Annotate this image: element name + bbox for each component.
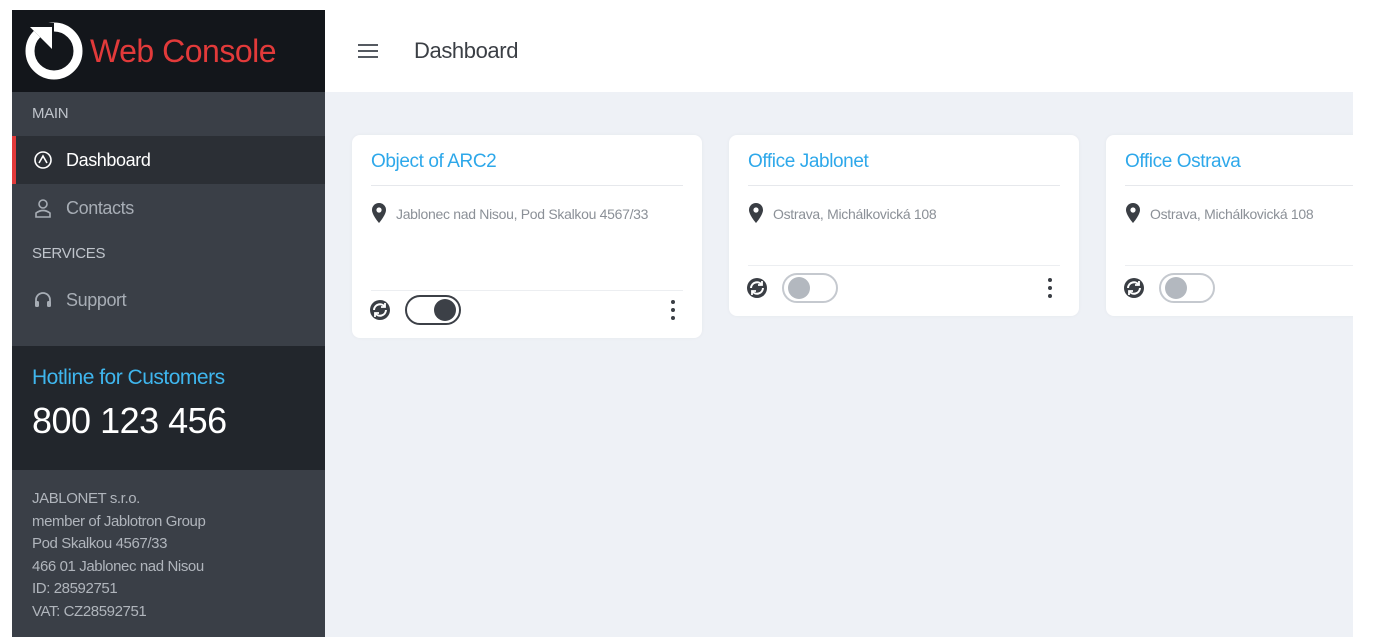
sidebar-item-label: Support bbox=[66, 289, 127, 310]
address-line: 466 01 Jablonec nad Nisou bbox=[32, 557, 204, 575]
power-logo-icon bbox=[25, 22, 83, 80]
headset-icon bbox=[32, 289, 54, 311]
sidebar-item-dashboard[interactable]: Dashboard bbox=[12, 136, 325, 184]
sync-icon[interactable] bbox=[369, 299, 391, 321]
object-card[interactable]: Office Ostrava Ostrava, Michálkovická 10… bbox=[1106, 135, 1353, 316]
sidebar-item-support[interactable]: Support bbox=[12, 276, 325, 324]
person-icon bbox=[32, 197, 54, 219]
map-pin-icon bbox=[749, 203, 763, 223]
sidebar-item-contacts[interactable]: Contacts bbox=[12, 184, 325, 232]
toggle-knob bbox=[788, 277, 810, 299]
card-divider bbox=[748, 265, 1060, 266]
card-address: Ostrava, Michálkovická 108 bbox=[1125, 203, 1353, 225]
hamburger-menu-icon[interactable] bbox=[358, 41, 382, 61]
card-title-link[interactable]: Office Ostrava bbox=[1125, 151, 1241, 173]
card-divider bbox=[1125, 265, 1353, 266]
hotline-title: Hotline for Customers bbox=[32, 366, 225, 389]
card-address: Ostrava, Michálkovická 108 bbox=[748, 203, 1043, 225]
card-title-link[interactable]: Office Jablonet bbox=[748, 151, 869, 173]
card-divider bbox=[371, 185, 683, 186]
top-bar: Dashboard bbox=[325, 10, 1381, 92]
address-line: Pod Skalkou 4567/33 bbox=[32, 535, 168, 552]
hotline-panel: Hotline for Customers 800 123 456 bbox=[12, 346, 325, 470]
object-card[interactable]: Office Jablonet Ostrava, Michálkovická 1… bbox=[729, 135, 1079, 316]
sidebar-item-label: Contacts bbox=[66, 197, 134, 218]
section-label-services: SERVICES bbox=[32, 245, 106, 262]
hotline-number: 800 123 456 bbox=[32, 400, 227, 441]
sync-icon[interactable] bbox=[746, 277, 768, 299]
arm-toggle[interactable] bbox=[782, 273, 838, 303]
dashboard-gauge-icon bbox=[32, 149, 54, 171]
dashboard-content: Object of ARC2 Jablonec nad Nisou, Pod S… bbox=[325, 92, 1353, 637]
card-address: Jablonec nad Nisou, Pod Skalkou 4567/33 bbox=[371, 203, 666, 225]
card-divider bbox=[1125, 185, 1353, 186]
map-pin-icon bbox=[372, 203, 386, 223]
address-line: member of Jablotron Group bbox=[32, 512, 206, 530]
object-card[interactable]: Object of ARC2 Jablonec nad Nisou, Pod S… bbox=[352, 135, 702, 338]
brand-header[interactable]: Web Console bbox=[12, 10, 325, 92]
card-title-link[interactable]: Object of ARC2 bbox=[371, 151, 497, 173]
sidebar-item-label: Dashboard bbox=[66, 149, 151, 170]
card-address-text: Jablonec nad Nisou, Pod Skalkou 4567/33 bbox=[396, 206, 649, 222]
arm-toggle[interactable] bbox=[405, 295, 461, 325]
company-address: JABLONET s.r.o. member of Jablotron Grou… bbox=[32, 488, 206, 623]
more-options-icon[interactable] bbox=[668, 298, 678, 322]
toggle-knob bbox=[1165, 277, 1187, 299]
page-title: Dashboard bbox=[414, 38, 519, 63]
card-footer bbox=[1123, 273, 1352, 303]
toggle-knob bbox=[434, 299, 456, 321]
sidebar: Web Console MAIN Dashboard Contacts SERV… bbox=[12, 10, 325, 637]
address-line: JABLONET s.r.o. bbox=[32, 490, 140, 507]
sync-icon[interactable] bbox=[1123, 277, 1145, 299]
card-footer bbox=[746, 273, 1055, 303]
address-line: VAT: CZ28592751 bbox=[32, 602, 147, 620]
card-divider bbox=[371, 290, 683, 291]
card-address-text: Ostrava, Michálkovická 108 bbox=[773, 206, 937, 222]
more-options-icon[interactable] bbox=[1045, 276, 1055, 300]
address-line: ID: 28592751 bbox=[32, 580, 118, 597]
card-footer bbox=[369, 295, 678, 325]
card-divider bbox=[748, 185, 1060, 186]
brand-name: Web Console bbox=[90, 32, 277, 69]
arm-toggle[interactable] bbox=[1159, 273, 1215, 303]
section-label-main: MAIN bbox=[32, 105, 69, 122]
card-address-text: Ostrava, Michálkovická 108 bbox=[1150, 206, 1314, 222]
map-pin-icon bbox=[1126, 203, 1140, 223]
